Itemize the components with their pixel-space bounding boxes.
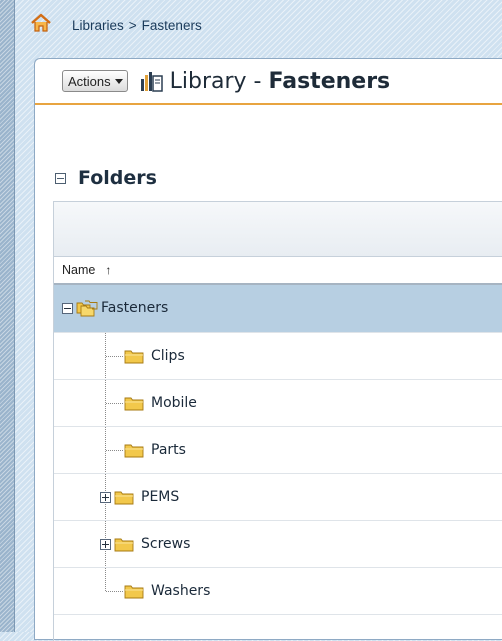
tree-item-label: Parts [151,442,186,458]
library-panel: Actions Library - Fasteners Folders Name… [34,58,502,641]
tree-row[interactable]: Clips [54,333,502,380]
grid-toolbar-area [54,201,502,257]
tree-root-label: Fasteners [101,300,169,316]
chevron-down-icon [114,78,123,84]
folders-section-header[interactable]: Folders [55,167,157,189]
breadcrumb-libraries[interactable]: Libraries [72,18,124,33]
page-title-library-name: Fasteners [268,68,391,94]
folders-section-title: Folders [78,167,157,189]
tree-item-label: Washers [151,583,211,599]
library-toolbar: Actions Library - Fasteners [35,59,502,105]
tree-collapse-icon[interactable] [62,302,73,314]
tree-row[interactable]: Washers [54,568,502,615]
folder-icon [124,397,144,411]
home-icon[interactable] [30,12,52,34]
folder-icon [114,491,134,505]
tree-expand-icon[interactable] [100,491,111,503]
folder-icon [124,444,144,458]
window-left-edge [0,0,15,632]
breadcrumb: Libraries > Fasteners [72,18,202,33]
folder-icon [114,538,134,552]
tree-row-root[interactable]: Fasteners [54,285,502,333]
folder-group-icon [76,300,98,317]
column-header-name[interactable]: Name ↑ [54,257,502,285]
breadcrumb-current: Fasteners [141,17,202,33]
page-title-prefix: Library - [169,68,269,94]
tree-row[interactable]: PEMS [54,474,502,521]
folders-grid: Name ↑ Fasteners Clips Mobile Parts PEMS… [53,201,502,641]
tree-item-label: Screws [141,536,191,552]
folder-icon [124,585,144,599]
breadcrumb-bar: Libraries > Fasteners [31,10,202,40]
folder-icon [124,350,144,364]
tree-row[interactable]: Screws [54,521,502,568]
actions-dropdown-button[interactable]: Actions [62,70,128,92]
sort-ascending-icon: ↑ [105,263,112,277]
tree-item-label: Mobile [151,395,197,411]
tree-item-label: PEMS [141,489,180,505]
tree-expand-icon[interactable] [100,538,111,550]
tree-row[interactable]: Parts [54,427,502,474]
actions-label: Actions [68,73,111,89]
column-header-label: Name [62,263,96,277]
collapse-icon[interactable] [55,172,66,184]
library-icon [140,72,163,92]
breadcrumb-separator: > [128,17,137,33]
tree-item-label: Clips [151,348,185,364]
page-title: Library - Fasteners [170,69,391,94]
tree-row[interactable]: Mobile [54,380,502,427]
